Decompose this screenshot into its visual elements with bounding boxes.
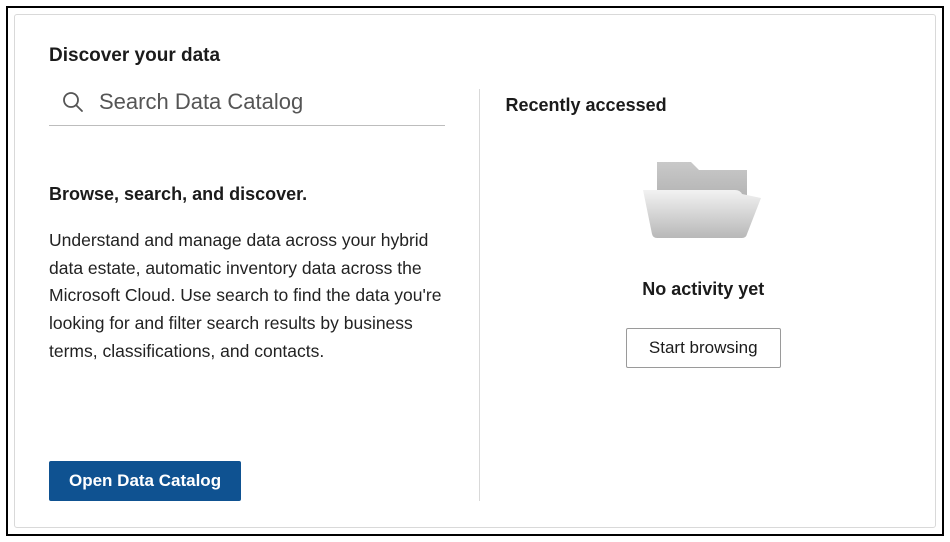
folder-open-icon	[639, 148, 767, 257]
recently-accessed-heading: Recently accessed	[506, 95, 902, 116]
left-description: Understand and manage data across your h…	[49, 227, 445, 365]
open-data-catalog-button[interactable]: Open Data Catalog	[49, 461, 241, 501]
card-title: Discover your data	[49, 45, 901, 67]
left-subheading: Browse, search, and discover.	[49, 184, 445, 205]
no-activity-label: No activity yet	[642, 279, 764, 300]
search-icon	[61, 90, 85, 114]
search-input[interactable]	[99, 89, 445, 115]
discover-card: Discover your data Browse, search, and d…	[14, 14, 936, 528]
right-column: Recently accessed	[479, 89, 902, 501]
search-field-wrap[interactable]	[49, 89, 445, 126]
empty-state: No activity yet Start browsing	[506, 148, 902, 368]
start-browsing-button[interactable]: Start browsing	[626, 328, 781, 368]
left-column: Browse, search, and discover. Understand…	[49, 89, 479, 501]
